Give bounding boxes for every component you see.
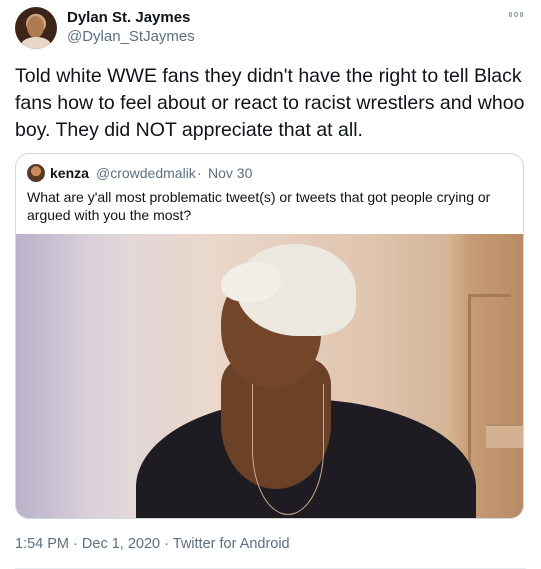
quoted-tweet[interactable]: kenza @crowdedmalik · Nov 30 What are y'… bbox=[15, 153, 524, 519]
timestamp-time[interactable]: 1:54 PM bbox=[15, 536, 69, 552]
tweet-source[interactable]: Twitter for Android bbox=[173, 536, 290, 552]
timestamp-date[interactable]: Dec 1, 2020 bbox=[82, 536, 160, 552]
more-dot bbox=[519, 11, 523, 17]
quoted-media-image[interactable] bbox=[16, 234, 523, 518]
media-wall bbox=[16, 234, 136, 518]
more-dot bbox=[514, 11, 518, 17]
tweet-text: Told white WWE fans they didn't have the… bbox=[15, 65, 530, 141]
quoted-author-avatar bbox=[27, 164, 45, 182]
timestamp-separator: · bbox=[73, 536, 78, 552]
tweet-timestamp: 1:54 PM · Dec 1, 2020 · Twitter for Andr… bbox=[15, 536, 290, 552]
quoted-author-name: kenza bbox=[50, 165, 89, 181]
timestamp-separator: · bbox=[164, 536, 169, 552]
tweet-card: Dylan St. Jaymes @Dylan_StJaymes Told wh… bbox=[0, 0, 541, 569]
media-shelf bbox=[486, 424, 523, 448]
quoted-separator: · bbox=[197, 165, 202, 181]
quoted-author-handle: @crowdedmalik bbox=[96, 165, 196, 181]
more-dots-icon[interactable] bbox=[509, 9, 523, 19]
author-display-name[interactable]: Dylan St. Jaymes bbox=[67, 9, 190, 26]
quoted-date: Nov 30 bbox=[208, 165, 253, 181]
quoted-text: What are y'all most problematic tweet(s)… bbox=[27, 189, 491, 223]
avatar-shirt bbox=[21, 37, 51, 49]
media-necklace bbox=[252, 384, 324, 515]
avatar-face bbox=[27, 16, 44, 38]
more-dot bbox=[509, 11, 513, 17]
author-avatar[interactable] bbox=[15, 7, 57, 49]
author-handle[interactable]: @Dylan_StJaymes bbox=[67, 28, 195, 45]
media-person-bangs bbox=[221, 262, 281, 302]
